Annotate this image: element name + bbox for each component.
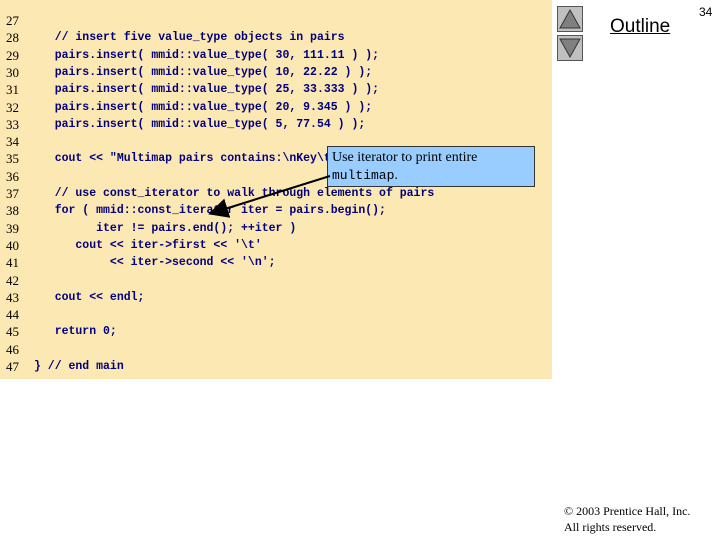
- code-text: } // end main: [34, 360, 124, 373]
- code-text: cout << iter->first << '\t': [34, 238, 262, 252]
- line-number: 31: [6, 82, 19, 98]
- outline-link[interactable]: Outline: [610, 16, 670, 38]
- line-number: 36: [6, 168, 19, 184]
- line-number: 38: [6, 203, 19, 219]
- previous-slide-button[interactable]: [557, 6, 583, 32]
- line-number: 29: [6, 47, 19, 63]
- triangle-up-icon: [559, 8, 581, 29]
- copyright-notice: © 2003 Prentice Hall, Inc. All rights re…: [564, 503, 690, 535]
- line-number: 37: [6, 186, 19, 201]
- code-text: cout << endl;: [34, 290, 145, 304]
- code-text: pairs.insert( mmid::value_type( 20, 9.34…: [34, 100, 373, 114]
- code-line: 46: [0, 341, 552, 358]
- line-number: 45: [6, 324, 19, 340]
- code-text: pairs.insert( mmid::value_type( 30, 111.…: [34, 48, 380, 62]
- line-number: 39: [6, 220, 19, 236]
- line-number: 28: [6, 30, 19, 46]
- code-line: 33 pairs.insert( mmid::value_type( 5, 77…: [0, 116, 552, 133]
- code-line: 47 } // end main: [0, 358, 552, 375]
- code-line: 42: [0, 272, 552, 289]
- callout-text: Use iterator to print entire: [332, 150, 478, 165]
- line-number: 30: [6, 64, 19, 80]
- code-text: pairs.insert( mmid::value_type( 5, 77.54…: [34, 117, 366, 131]
- line-number: 43: [6, 289, 19, 305]
- code-line: 29 pairs.insert( mmid::value_type( 30, 1…: [0, 47, 552, 64]
- code-text: << iter->second << '\n';: [34, 256, 276, 270]
- line-number: 47: [6, 359, 19, 374]
- code-text: // insert five value_type objects in pai…: [34, 31, 345, 45]
- code-line: 44: [0, 306, 552, 323]
- code-line: 28 // insert five value_type objects in …: [0, 29, 552, 46]
- code-line: 37 // use const_iterator to walk through…: [0, 185, 552, 202]
- code-line: 41 << iter->second << '\n';: [0, 254, 552, 271]
- code-text: for ( mmid::const_iterator iter = pairs.…: [34, 204, 386, 218]
- code-line: 32 pairs.insert( mmid::value_type( 20, 9…: [0, 99, 552, 116]
- copyright-line-2: All rights reserved.: [564, 520, 657, 534]
- callout-text-end: .: [394, 168, 398, 183]
- line-number: 32: [6, 99, 19, 115]
- line-number: 33: [6, 116, 19, 132]
- code-text: iter != pairs.end(); ++iter ): [34, 221, 297, 235]
- page-number: 34: [699, 5, 713, 19]
- code-line: 31 pairs.insert( mmid::value_type( 25, 3…: [0, 81, 552, 98]
- code-line: 39 iter != pairs.end(); ++iter ): [0, 220, 552, 237]
- code-line: 43 cout << endl;: [0, 289, 552, 306]
- code-text: // use const_iterator to walk through el…: [34, 187, 435, 200]
- code-text: pairs.insert( mmid::value_type( 25, 33.3…: [34, 83, 380, 97]
- line-number: 35: [6, 151, 19, 167]
- line-number: 34: [6, 134, 19, 150]
- code-line: 38 for ( mmid::const_iterator iter = pai…: [0, 202, 552, 219]
- code-text: return 0;: [34, 325, 117, 339]
- copyright-line-1: © 2003 Prentice Hall, Inc.: [564, 504, 691, 518]
- callout-code-word: multimap: [332, 168, 395, 183]
- line-number: 41: [6, 255, 19, 271]
- next-slide-button[interactable]: [557, 35, 583, 61]
- line-number: 40: [6, 237, 19, 253]
- line-number: 42: [6, 272, 19, 288]
- triangle-down-icon: [559, 38, 581, 59]
- code-text: pairs.insert( mmid::value_type( 10, 22.2…: [34, 65, 373, 79]
- line-number: 44: [6, 307, 19, 323]
- code-line: 40 cout << iter->first << '\t': [0, 237, 552, 254]
- code-line: 45 return 0;: [0, 323, 552, 340]
- callout-box: Use iterator to print entire multimap.: [327, 146, 535, 187]
- code-line: 30 pairs.insert( mmid::value_type( 10, 2…: [0, 64, 552, 81]
- line-number: 27: [6, 13, 19, 28]
- code-panel: 27 28 // insert five value_type objects i…: [0, 0, 552, 379]
- code-line: 27: [0, 12, 552, 29]
- line-number: 46: [6, 341, 19, 357]
